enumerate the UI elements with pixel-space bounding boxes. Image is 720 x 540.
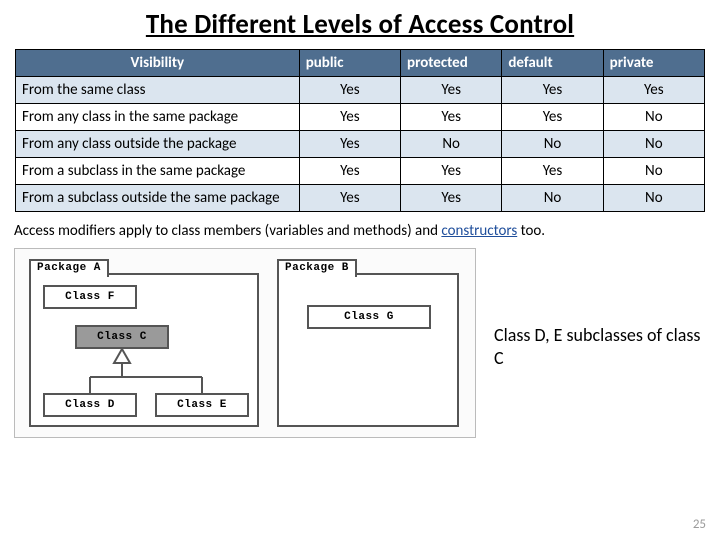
diagram-row: Package A Package B Class F Class C Clas…	[14, 248, 706, 438]
cell-value: Yes	[401, 158, 502, 185]
cell-value: No	[603, 104, 704, 131]
table-row: From any class in the same packageYesYes…	[16, 104, 705, 131]
cell-value: Yes	[299, 185, 400, 212]
cell-value: No	[502, 185, 603, 212]
class-f-box: Class F	[43, 285, 137, 309]
diagram-caption: Class D, E subclasses of class C	[494, 324, 704, 369]
page-number: 25	[693, 517, 706, 532]
package-b-label: Package B	[277, 259, 357, 277]
table-header-row: Visibility public protected default priv…	[16, 50, 705, 77]
table-row: From the same classYesYesYesYes	[16, 77, 705, 104]
access-table: Visibility public protected default priv…	[15, 49, 705, 212]
cell-value: No	[603, 185, 704, 212]
cell-value: No	[603, 158, 704, 185]
note-prefix: Access modifiers apply to class members …	[14, 222, 441, 240]
cell-value: No	[401, 131, 502, 158]
header-default: default	[502, 50, 603, 77]
header-public: public	[299, 50, 400, 77]
class-d-box: Class D	[43, 393, 137, 417]
table-row: From a subclass in the same packageYesYe…	[16, 158, 705, 185]
header-private: private	[603, 50, 704, 77]
cell-value: Yes	[299, 131, 400, 158]
class-c-box: Class C	[75, 325, 169, 349]
row-label: From a subclass outside the same package	[16, 185, 300, 212]
cell-value: Yes	[401, 185, 502, 212]
row-label: From the same class	[16, 77, 300, 104]
cell-value: Yes	[502, 104, 603, 131]
cell-value: Yes	[502, 77, 603, 104]
cell-value: Yes	[502, 158, 603, 185]
slide-title: The Different Levels of Access Control	[10, 8, 710, 41]
cell-value: No	[603, 131, 704, 158]
package-b-box: Package B	[277, 273, 459, 427]
cell-value: Yes	[603, 77, 704, 104]
cell-value: Yes	[299, 104, 400, 131]
note-suffix: too.	[517, 222, 545, 240]
cell-value: Yes	[299, 77, 400, 104]
package-a-label: Package A	[29, 259, 109, 277]
header-visibility: Visibility	[16, 50, 300, 77]
header-protected: protected	[401, 50, 502, 77]
class-e-box: Class E	[155, 393, 249, 417]
table-row: From any class outside the packageYesNoN…	[16, 131, 705, 158]
table-body: From the same classYesYesYesYesFrom any …	[16, 77, 705, 212]
cell-value: No	[502, 131, 603, 158]
cell-value: Yes	[401, 77, 502, 104]
row-label: From any class in the same package	[16, 104, 300, 131]
row-label: From a subclass in the same package	[16, 158, 300, 185]
cell-value: Yes	[299, 158, 400, 185]
modifiers-note: Access modifiers apply to class members …	[14, 222, 706, 240]
slide: The Different Levels of Access Control V…	[0, 0, 720, 540]
row-label: From any class outside the package	[16, 131, 300, 158]
table-row: From a subclass outside the same package…	[16, 185, 705, 212]
uml-diagram: Package A Package B Class F Class C Clas…	[14, 248, 476, 438]
note-accent: constructors	[441, 222, 517, 240]
class-g-box: Class G	[307, 305, 431, 329]
cell-value: Yes	[401, 104, 502, 131]
